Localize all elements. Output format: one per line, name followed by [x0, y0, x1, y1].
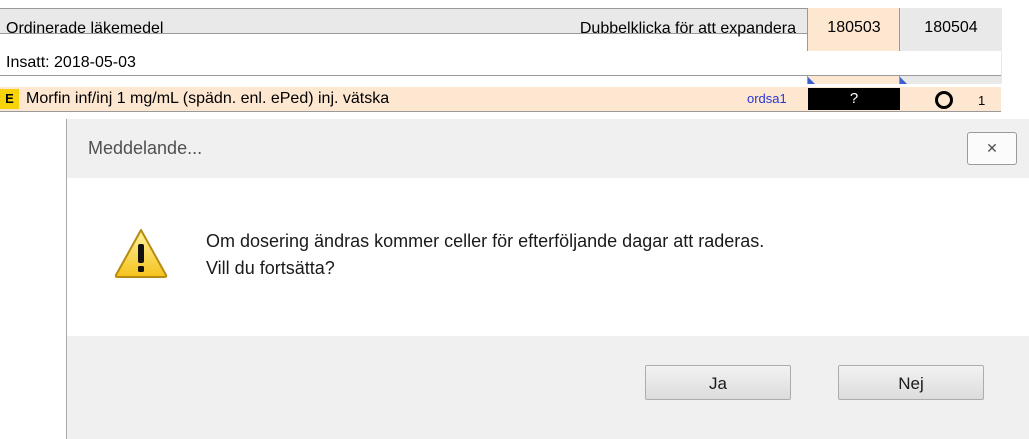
- drug-row[interactable]: E Morfin inf/inj 1 mg/mL (spädn. enl. eP…: [0, 87, 1001, 112]
- drug-badge: E: [0, 89, 19, 109]
- dialog-footer: Ja Nej: [67, 336, 1029, 439]
- inserted-date: Insatt: 2018-05-03: [6, 54, 136, 71]
- drug-name: Morfin inf/inj 1 mg/mL (spädn. enl. ePed…: [26, 90, 390, 107]
- no-button[interactable]: Nej: [838, 365, 984, 400]
- dose-count: 1: [978, 93, 986, 108]
- dialog-titlebar[interactable]: Meddelande... ✕: [67, 119, 1029, 178]
- marker-icon: [900, 77, 907, 84]
- dialog-title: Meddelande...: [88, 138, 203, 158]
- grid-header-row: Ordinerade läkemedel Dubbelklicka för at…: [0, 8, 1002, 84]
- medication-grid: Ordinerade läkemedel Dubbelklicka för at…: [0, 0, 1029, 120]
- message-line-1: Om dosering ändras kommer celler för eft…: [206, 231, 765, 251]
- warning-icon: [114, 229, 168, 278]
- drug-tag[interactable]: ordsa1: [747, 87, 787, 111]
- dose-cell-180503[interactable]: ?: [808, 88, 900, 110]
- dialog-body: Om dosering ändras kommer celler för eft…: [67, 178, 1029, 336]
- dialog-message: Om dosering ändras kommer celler för eft…: [206, 228, 764, 282]
- inserted-row: Insatt: 2018-05-03: [0, 51, 1001, 76]
- message-line-2: Vill du fortsätta?: [206, 258, 335, 278]
- dose-ring-icon[interactable]: [935, 91, 953, 109]
- marker-icon: [808, 77, 815, 84]
- date-header: 180504: [924, 19, 978, 36]
- close-button[interactable]: ✕: [967, 132, 1017, 165]
- yes-button[interactable]: Ja: [645, 365, 791, 400]
- grid-header-label: Ordinerade läkemedel: [6, 20, 164, 37]
- close-icon: ✕: [986, 140, 998, 156]
- message-dialog: Meddelande... ✕ Om dosering ändras komme…: [66, 119, 1029, 439]
- date-header: 180503: [827, 19, 881, 36]
- expand-hint: Dubbelklicka för att expandera: [579, 20, 796, 37]
